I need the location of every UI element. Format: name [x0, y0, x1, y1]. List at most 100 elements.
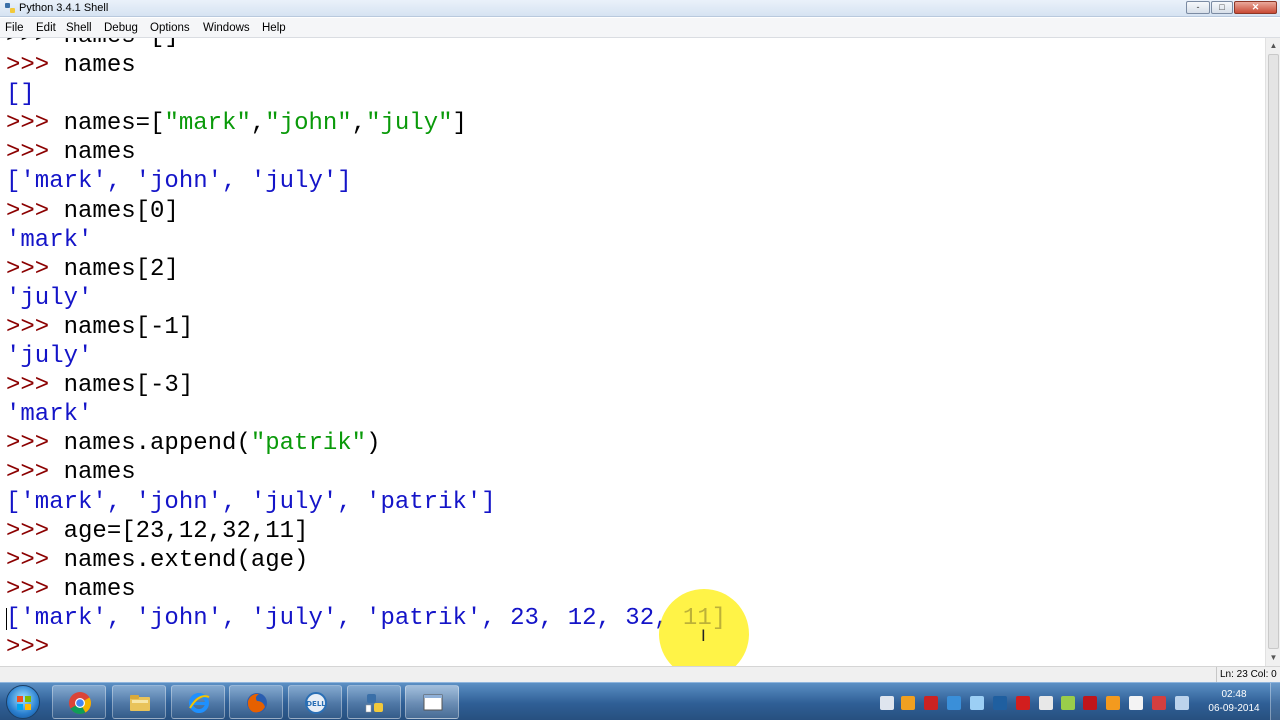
start-button[interactable] — [6, 685, 40, 719]
shell-prompt: >>> — [6, 546, 64, 574]
shell-line: >>> names.append("patrik") — [6, 429, 380, 458]
show-desktop-button[interactable] — [1270, 683, 1280, 720]
shell-input: names[-3] — [63, 372, 194, 400]
shell-prompt: >>> — [6, 139, 64, 167]
scrollbar-thumb[interactable] — [1268, 54, 1279, 649]
dell-icon: DELL — [305, 692, 327, 714]
shell-input: names=[ — [63, 110, 165, 138]
tray-monitor-icon[interactable] — [880, 696, 894, 710]
shell-input: names.append( — [63, 430, 251, 458]
tray-power-icon[interactable] — [1152, 696, 1166, 710]
menu-edit[interactable]: Edit — [36, 21, 56, 35]
shell-line: ['mark', 'john', 'july'] — [6, 167, 352, 196]
shell-line: >>> names — [6, 575, 136, 604]
tray-bluetooth-icon[interactable] — [970, 696, 984, 710]
shell-output: ['mark', 'john', 'july'] — [6, 168, 352, 196]
shell-line: >>> names — [6, 51, 136, 80]
shell-input: names — [63, 139, 136, 167]
tray-security-icon[interactable] — [1039, 696, 1053, 710]
tray-app-icon[interactable] — [924, 696, 938, 710]
tray-flag-icon[interactable] — [1129, 696, 1143, 710]
menu-options[interactable]: Options — [150, 21, 190, 35]
shell-input: ] — [452, 110, 467, 138]
shell-output: 'july' — [6, 284, 93, 312]
status-bar: Ln: 23 Col: 0 — [0, 666, 1280, 682]
svg-text:DELL: DELL — [306, 700, 326, 708]
internet-explorer-icon — [189, 693, 210, 713]
shell-line: >>> — [6, 633, 64, 662]
menu-file[interactable]: File — [5, 21, 24, 35]
shell-input: age=[23,12,32,11] — [63, 517, 309, 545]
shell-prompt: >>> — [6, 459, 64, 487]
tray-notification-icon[interactable] — [901, 696, 915, 710]
shell-output: ['mark', 'john', 'july', 'patrik'] — [6, 488, 496, 516]
taskbar-explorer[interactable] — [112, 685, 166, 719]
minimize-button[interactable]: - — [1186, 1, 1210, 14]
taskbar-clock[interactable]: 02:48 06-09-2014 — [1200, 688, 1268, 716]
menu-bar: File Edit Shell Debug Options Windows He… — [0, 18, 1280, 38]
tray-volume-icon[interactable] — [1175, 696, 1189, 710]
shell-line: ['mark', 'john', 'july', 'patrik'] — [6, 488, 496, 517]
shell-prompt: >>> — [6, 52, 64, 79]
shell-string-literal: "mark" — [164, 110, 251, 138]
window-title: Python 3.4.1 Shell — [19, 2, 109, 14]
menu-shell[interactable]: Shell — [66, 21, 92, 35]
shell-input: names[2] — [63, 255, 179, 283]
shell-prompt: >>> — [6, 372, 64, 400]
shell-string-literal: "july" — [366, 110, 453, 138]
shell-line: 'mark' — [6, 226, 92, 255]
shell-line: 'july' — [6, 284, 92, 313]
vertical-scrollbar[interactable]: ▲ ▼ — [1265, 38, 1280, 666]
scroll-down-icon[interactable]: ▼ — [1266, 650, 1280, 665]
tray-antivirus-icon[interactable] — [1016, 696, 1030, 710]
shell-line: >>> names — [6, 138, 136, 167]
taskbar-firefox[interactable] — [229, 685, 283, 719]
shell-input: names — [63, 575, 136, 603]
taskbar-idle-window[interactable] — [405, 685, 459, 719]
shell-prompt: >>> — [6, 575, 64, 603]
shell-prompt: >>> — [6, 197, 64, 225]
shell-prompt: >>> — [6, 313, 64, 341]
shell-line: 'july' — [6, 342, 92, 371]
shell-prompt: >>> — [6, 255, 64, 283]
title-bar: Python 3.4.1 Shell - □ ✕ — [0, 0, 1280, 17]
idle-window-icon — [423, 694, 443, 711]
shell-text-area[interactable]: >>> names=[] >>> names[]>>> names=["mark… — [0, 38, 1265, 666]
shell-input: , — [250, 110, 266, 138]
shell-input: names[-1] — [63, 313, 194, 341]
menu-help[interactable]: Help — [262, 21, 286, 35]
shell-output: 'july' — [6, 343, 93, 370]
tray-update-icon[interactable] — [1061, 696, 1075, 710]
close-button[interactable]: ✕ — [1234, 1, 1277, 14]
shell-line: >>> names[2] — [6, 255, 179, 284]
cursor-position: Ln: 23 Col: 0 — [1216, 667, 1280, 682]
tray-audio-app-icon[interactable] — [1106, 696, 1120, 710]
shell-input: names — [63, 459, 136, 487]
python-icon — [365, 694, 383, 713]
clock-time: 02:48 — [1221, 689, 1247, 700]
tray-pdf-icon[interactable] — [1083, 696, 1097, 710]
tray-network-icon[interactable] — [947, 696, 961, 710]
windows-logo-icon — [17, 696, 31, 710]
menu-windows[interactable]: Windows — [203, 21, 250, 35]
shell-line: >>> names[-1] — [6, 313, 193, 342]
taskbar-dell[interactable]: DELL — [288, 685, 342, 719]
shell-prompt: >>> — [6, 430, 64, 458]
shell-output: ['mark', 'john', 'july', 'patrik', 23, 1… — [6, 604, 727, 632]
taskbar-python[interactable] — [347, 685, 401, 719]
shell-prompt: >>> — [6, 634, 64, 661]
shell-line: ['mark', 'john', 'july', 'patrik', 23, 1… — [6, 604, 726, 633]
scroll-up-icon[interactable]: ▲ — [1266, 38, 1280, 53]
shell-input: names.extend(age) — [63, 546, 309, 574]
shell-output: 'mark' — [6, 401, 93, 429]
shell-input: , — [351, 110, 367, 138]
menu-debug[interactable]: Debug — [104, 21, 138, 35]
shell-line: [] — [6, 80, 35, 109]
shell-output: [] — [6, 81, 35, 109]
tray-word-icon[interactable] — [993, 696, 1007, 710]
maximize-button[interactable]: □ — [1211, 1, 1233, 14]
shell-line: >>> names=["mark","john","july"] — [6, 109, 467, 138]
taskbar-ie[interactable] — [171, 685, 225, 719]
taskbar-chrome[interactable] — [52, 685, 106, 719]
shell-line: >>> names.extend(age) — [6, 546, 308, 575]
